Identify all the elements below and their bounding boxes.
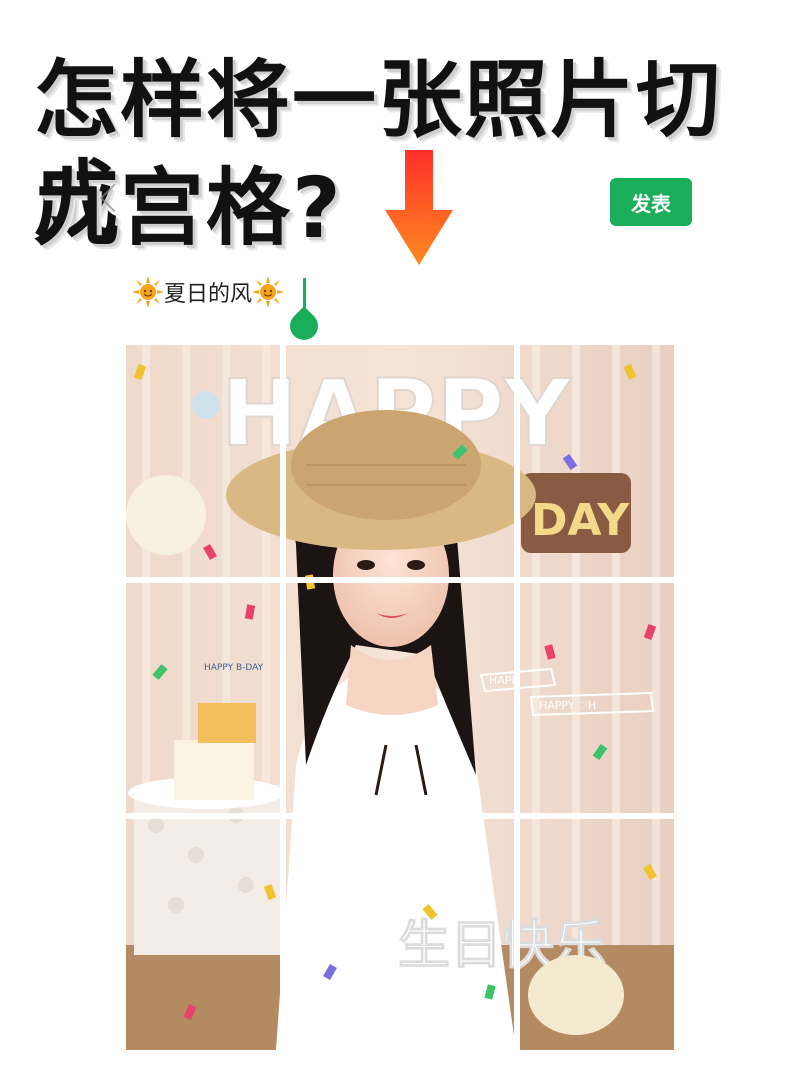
grid-cell-7[interactable] [126,819,280,1050]
grid-cell-8[interactable] [286,819,514,1050]
grid-cell-1[interactable] [126,345,280,577]
grid-cell-4[interactable] [126,583,280,813]
post-caption[interactable]: 夏日的风 [132,276,285,308]
sun-icon [132,276,164,308]
grid-cell-6[interactable] [520,583,674,813]
down-arrow-icon [385,150,453,265]
text-cursor-handle[interactable] [284,306,324,346]
grid-cell-5[interactable] [286,583,514,813]
publish-button[interactable]: 发表 [610,178,692,226]
nine-grid-photo[interactable]: HAPPY DAY HAPPY B-DAY HAPP HAPPY ♡H [126,345,674,1050]
grid-cell-2[interactable] [286,345,514,577]
grid-cell-9[interactable] [520,819,674,1050]
caption-text: 夏日的风 [164,282,253,307]
grid-cell-3[interactable] [520,345,674,577]
headline-line-2: 九宫格? [34,159,343,257]
sun-icon [252,276,285,308]
